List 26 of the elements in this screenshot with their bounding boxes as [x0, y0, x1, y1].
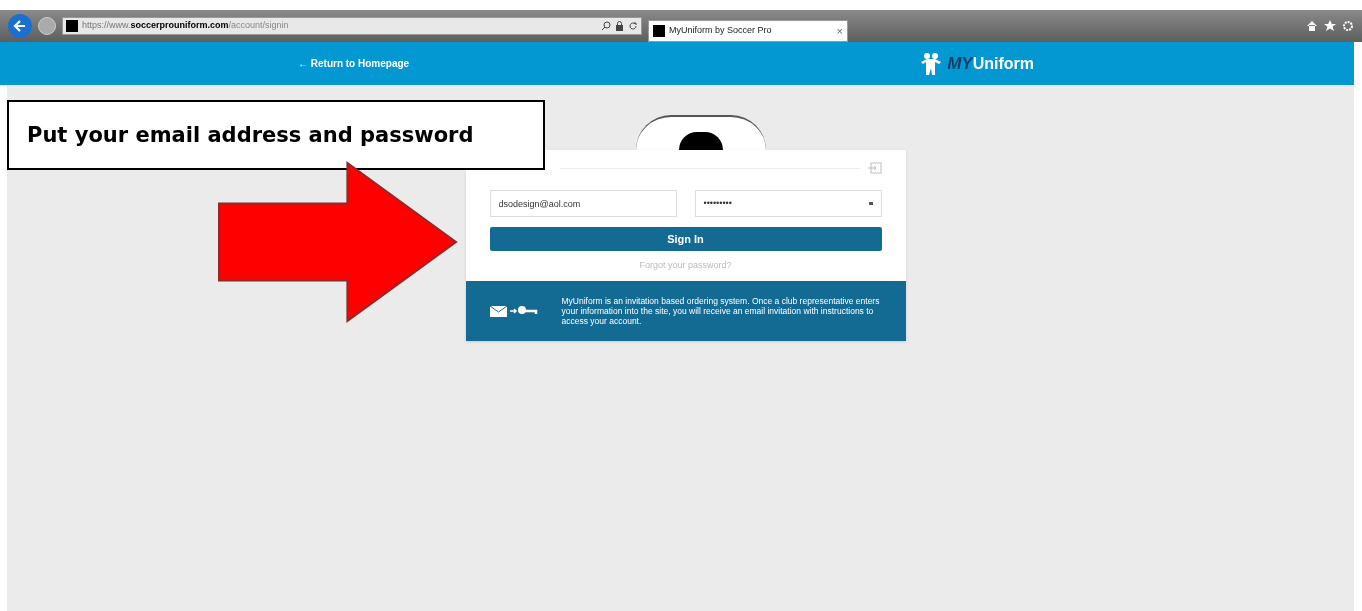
logo-uniform: Uniform	[972, 53, 1034, 74]
url-path: /account/signin	[228, 19, 289, 33]
password-field[interactable]: •••••••••	[694, 190, 882, 217]
tab-title: MyUniform by Soccer Pro	[669, 24, 772, 38]
site-favicon	[66, 20, 78, 32]
star-icon[interactable]	[1324, 20, 1336, 32]
sign-in-button[interactable]: Sign In	[489, 227, 882, 252]
email-field[interactable]: dsodesign@aol.com	[489, 190, 677, 217]
search-icon	[601, 21, 611, 31]
password-value: •••••••••	[703, 196, 732, 210]
lock-icon	[615, 21, 624, 31]
url-scheme: https://www.	[82, 19, 131, 33]
home-icon[interactable]	[1306, 20, 1318, 32]
login-icon	[867, 162, 882, 174]
logo-my: MY	[947, 52, 973, 75]
tab-close[interactable]: ×	[836, 22, 843, 40]
browser-tab[interactable]: MyUniform by Soccer Pro ×	[648, 20, 848, 42]
mail-to-key-icon	[489, 303, 538, 318]
back-arrow-icon	[13, 19, 27, 33]
info-text: MyUniform is an invitation based ordering system. Once a club representative enters your information into the site, you will receive an email invitation with instructions to access your account.	[561, 295, 881, 326]
url-domain: soccerprouniform.com	[130, 19, 229, 33]
callout-text: Put your email address and password	[27, 123, 474, 147]
refresh-icon	[628, 21, 638, 31]
back-button[interactable]	[8, 14, 32, 38]
address-bar[interactable]: https://www.soccerprouniform.com/account/signin	[62, 17, 642, 35]
site-favicon	[653, 25, 665, 37]
